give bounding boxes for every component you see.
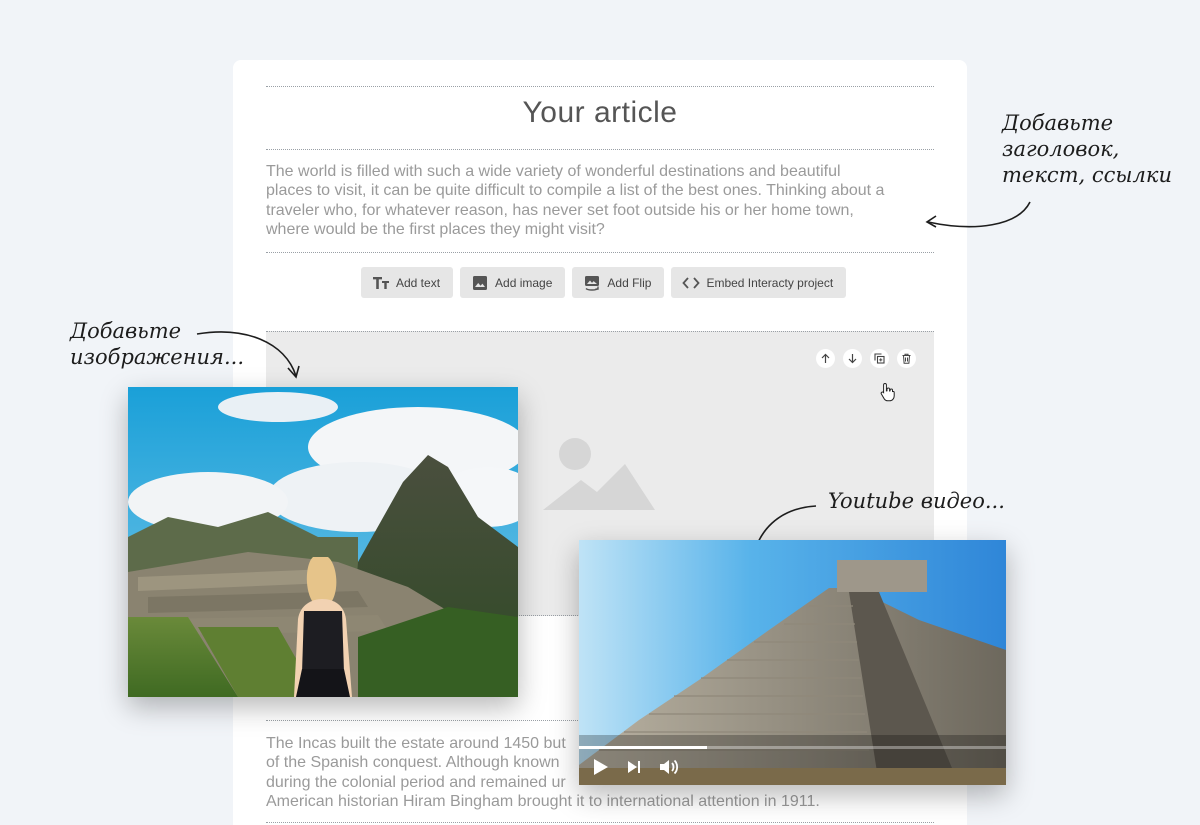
next-button[interactable] <box>627 760 641 774</box>
volume-button[interactable] <box>659 758 679 776</box>
add-text-button[interactable]: Add text <box>361 267 454 298</box>
machu-picchu-photo <box>128 387 518 697</box>
add-flip-button[interactable]: Add Flip <box>572 267 665 298</box>
play-icon <box>594 759 608 775</box>
intro-paragraph[interactable]: The world is filled with such a wide var… <box>266 162 886 240</box>
move-down-button[interactable] <box>843 349 862 368</box>
add-flip-label: Add Flip <box>607 275 652 290</box>
play-button[interactable] <box>593 758 609 776</box>
embed-project-label: Embed Interacty project <box>706 275 834 290</box>
add-block-toolbar: Add text Add image Add Flip Embed Intera… <box>361 267 847 298</box>
annotation-arrow-icon <box>196 331 300 379</box>
annotation-line: текст, ссылки <box>1002 163 1172 187</box>
block-controls <box>816 349 916 368</box>
video-controls <box>593 758 679 776</box>
image-placeholder-icon <box>543 438 655 510</box>
divider <box>266 86 934 87</box>
divider <box>266 149 934 150</box>
video-progress-bar[interactable] <box>579 746 1006 749</box>
divider <box>266 252 934 253</box>
article-title[interactable]: Your article <box>266 96 934 130</box>
trash-icon <box>902 353 911 364</box>
youtube-video-player[interactable] <box>579 540 1006 785</box>
divider <box>266 822 934 823</box>
skip-next-icon <box>628 761 640 773</box>
flip-icon <box>583 275 601 291</box>
add-text-label: Add text <box>396 275 441 290</box>
header-annotation: Добавьте заголовок, текст, ссылки <box>1002 110 1172 188</box>
duplicate-icon <box>874 353 885 364</box>
embed-project-button[interactable]: Embed Interacty project <box>671 267 847 298</box>
body-line: American historian Hiram Bingham brought… <box>266 793 820 811</box>
image-icon <box>471 275 489 291</box>
code-icon <box>682 275 701 291</box>
annotation-line: заголовок, <box>1002 137 1120 161</box>
video-progress-fill <box>579 746 708 749</box>
volume-icon <box>660 759 679 775</box>
annotation-line: Добавьте <box>1002 111 1114 135</box>
video-annotation: Youtube видео... <box>828 489 1005 513</box>
arrow-down-icon <box>848 354 857 364</box>
duplicate-button[interactable] <box>870 349 889 368</box>
delete-button[interactable] <box>897 349 916 368</box>
text-icon <box>372 275 390 291</box>
annotation-arrow-icon <box>925 201 1031 228</box>
add-image-label: Add image <box>495 275 553 290</box>
hand-cursor-icon <box>880 382 895 402</box>
add-image-button[interactable]: Add image <box>460 267 566 298</box>
move-up-button[interactable] <box>816 349 835 368</box>
arrow-up-icon <box>821 353 830 363</box>
